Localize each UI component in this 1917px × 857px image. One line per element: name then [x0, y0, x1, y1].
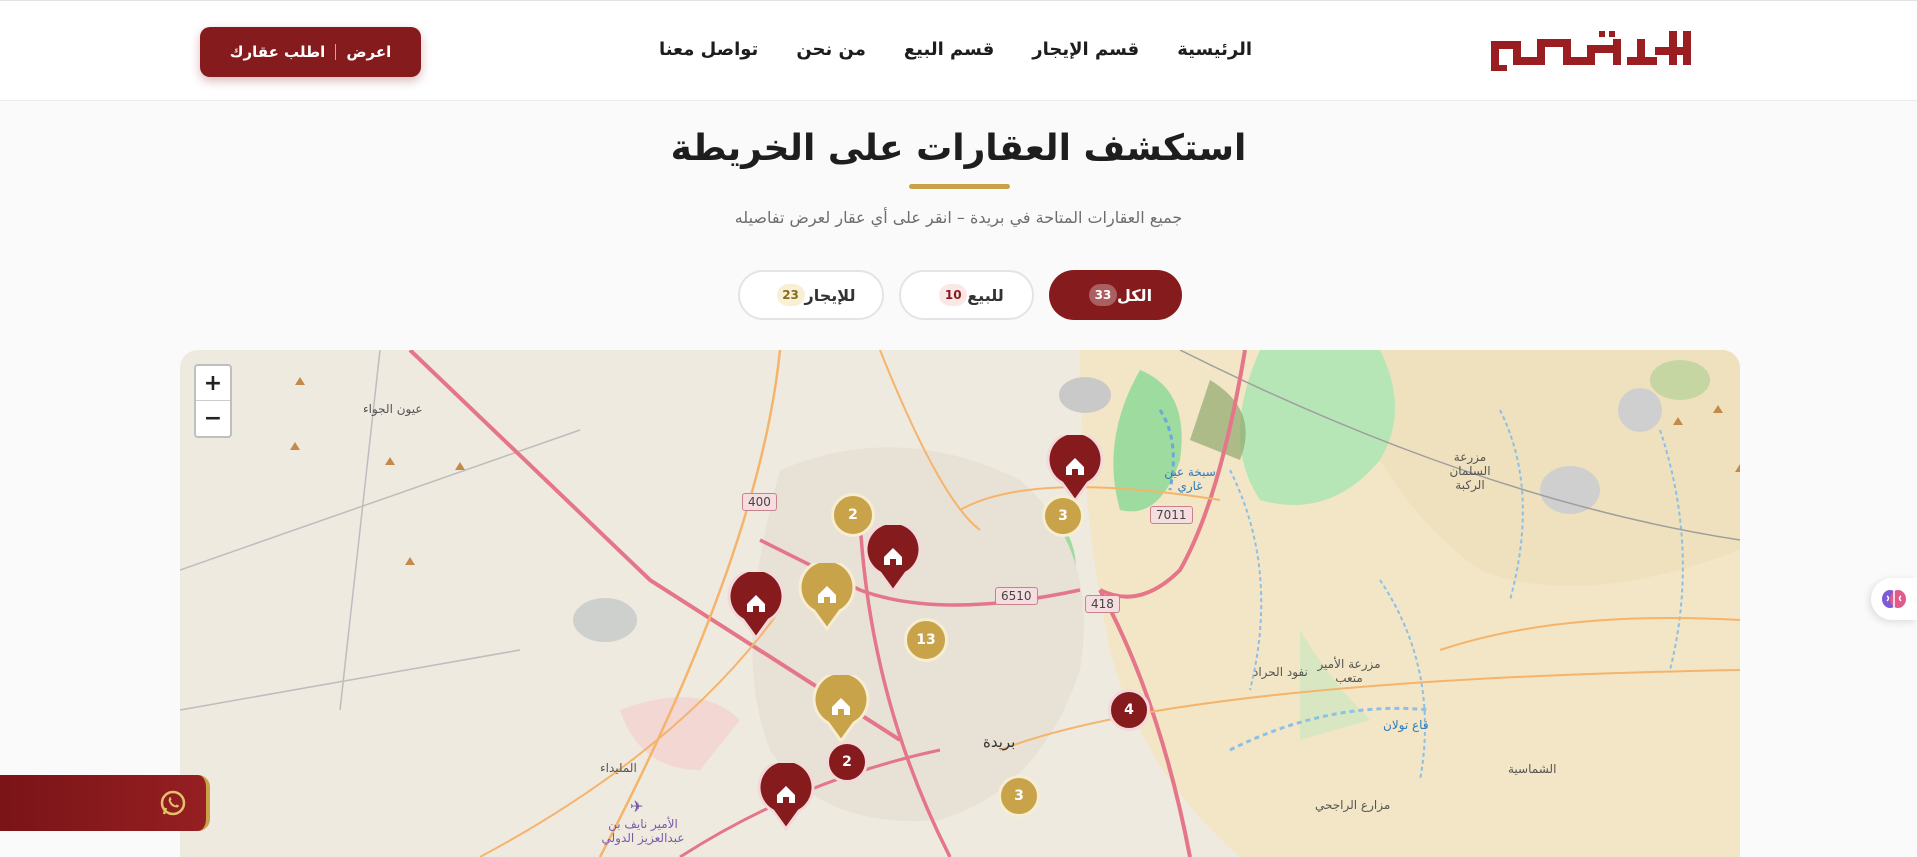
nav-contact[interactable]: تواصل معنا: [659, 39, 758, 60]
whatsapp-icon: [160, 790, 186, 816]
map-label-mulaida: المليداء: [600, 761, 637, 775]
filter-sale-count: 10: [939, 284, 968, 306]
road-badge: 7011: [1150, 506, 1193, 524]
nav-sale[interactable]: قسم البيع: [904, 39, 994, 60]
map-label-sabkha: سبخة عين غاري: [1164, 465, 1216, 493]
main-nav: الرئيسية قسم الإيجار قسم البيع من نحن تو…: [621, 39, 1252, 60]
site-logo[interactable]: [1487, 27, 1707, 75]
title-underline: [909, 184, 1010, 189]
nav-rent[interactable]: قسم الإيجار: [1032, 39, 1139, 60]
property-marker-sale[interactable]: [812, 670, 870, 747]
filter-all-label: الكل: [1116, 285, 1153, 305]
map-tiles: [180, 350, 1740, 857]
accessibility-widget-button[interactable]: [1871, 578, 1917, 620]
cluster-marker[interactable]: 13: [904, 618, 948, 662]
cta-divider: [335, 44, 337, 60]
filter-sale-button[interactable]: للبيع 10: [899, 270, 1034, 320]
filter-all-button[interactable]: الكل 33: [1049, 270, 1182, 320]
offer-request-button[interactable]: اعرض اطلب عقارك: [200, 27, 421, 77]
cta-offer-label: اعرض: [346, 43, 392, 61]
road-badge: 400: [742, 493, 777, 511]
zoom-in-button[interactable]: +: [196, 366, 230, 401]
cluster-marker[interactable]: 4: [1108, 689, 1150, 731]
page-title: استكشف العقارات على الخريطة: [670, 128, 1247, 169]
logo-graphic: [1491, 31, 1691, 71]
whatsapp-button[interactable]: [0, 775, 210, 831]
map-label-buraydah: بريدة: [983, 733, 1016, 751]
filter-sale-label: للبيع: [967, 285, 1004, 305]
map-zoom-control: + −: [194, 364, 232, 438]
property-marker-sale[interactable]: [798, 558, 856, 635]
airport-icon: ✈: [630, 797, 644, 816]
road-badge: 418: [1085, 595, 1120, 613]
map-label-nafud: نفود الحراد: [1253, 665, 1308, 679]
map-label-amir-farm: مزرعة الأمير متعب: [1317, 657, 1381, 685]
map-label-uyun: عيون الجواء: [363, 402, 423, 416]
zoom-out-button[interactable]: −: [196, 401, 230, 436]
cta-request-label: اطلب عقارك: [229, 43, 326, 61]
brain-icon: [1882, 590, 1906, 608]
site-header: الرئيسية قسم الإيجار قسم البيع من نحن تو…: [0, 0, 1917, 101]
filter-rent-label: للإيجار: [804, 285, 856, 305]
map-label-shimasiya: الشماسية: [1508, 762, 1557, 776]
property-marker-rent[interactable]: [727, 567, 785, 644]
cluster-marker[interactable]: 2: [831, 493, 875, 537]
page-subtitle: جميع العقارات المتاحة في بريدة – انقر عل…: [734, 208, 1183, 227]
property-marker-rent[interactable]: [757, 758, 815, 835]
property-map[interactable]: + − عيون الجواء بريدة المليداء الأمير نا…: [180, 350, 1740, 857]
map-label-salman: مزرعة السلمان الركبة: [1449, 450, 1491, 492]
cluster-marker[interactable]: 2: [826, 741, 868, 783]
filter-all-count: 33: [1088, 284, 1117, 306]
cluster-marker[interactable]: 3: [1042, 495, 1084, 537]
map-label-airport: الأمير نايف بن عبدالعزيز الدولي: [601, 817, 685, 845]
nav-home[interactable]: الرئيسية: [1177, 39, 1252, 60]
filter-rent-button[interactable]: للإيجار 23: [738, 270, 884, 320]
property-marker-rent[interactable]: [864, 520, 922, 597]
map-label-qa: قاع تولان: [1383, 718, 1429, 732]
map-label-rajhi: مزارع الراجحي: [1315, 798, 1391, 812]
filter-rent-count: 23: [776, 284, 805, 306]
nav-about[interactable]: من نحن: [796, 39, 866, 60]
cluster-marker[interactable]: 3: [998, 775, 1040, 817]
road-badge: 6510: [995, 587, 1038, 605]
